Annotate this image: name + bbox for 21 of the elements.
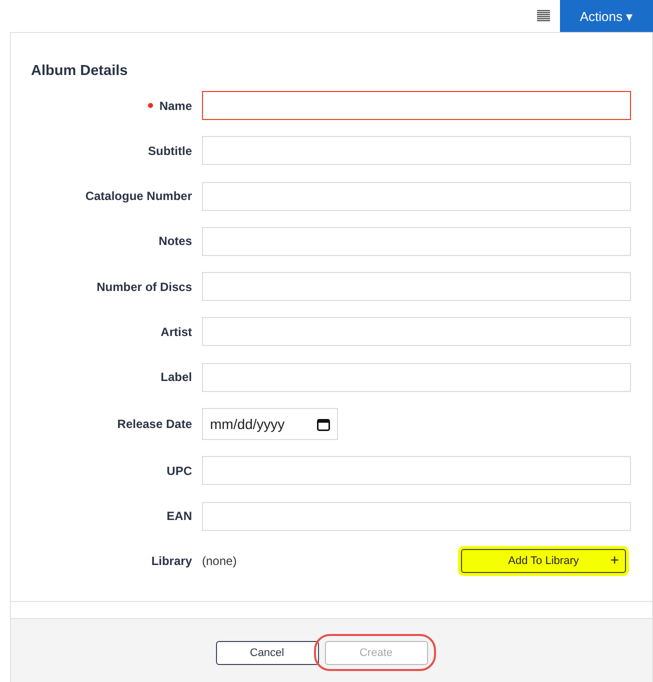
field-label: Number of Discs (96, 280, 192, 294)
actions-button[interactable]: Actions ▾ (560, 0, 653, 32)
plus-icon: + (610, 552, 619, 569)
field-label: Notes (158, 234, 192, 248)
add-to-library-button[interactable]: Add To Library + (461, 548, 626, 573)
field-label: Label (160, 370, 192, 384)
field-label: Artist (160, 324, 192, 339)
field-label: Name (159, 98, 192, 112)
text-field[interactable] (202, 91, 631, 120)
section-title: Album Details (31, 63, 129, 79)
field-label: Library (151, 554, 192, 568)
field-label: UPC (166, 464, 192, 478)
field-label: Release Date (117, 417, 192, 432)
date-field[interactable]: mm/dd/yyyy (202, 408, 338, 440)
field-label: Subtitle (148, 144, 192, 158)
library-value: (none) (202, 554, 237, 568)
field-label: EAN (166, 509, 192, 524)
field-label: Catalogue Number (85, 189, 192, 204)
list-view-icon[interactable] (537, 10, 550, 22)
cancel-button[interactable]: Cancel (216, 640, 318, 665)
calendar-icon[interactable] (317, 418, 330, 431)
